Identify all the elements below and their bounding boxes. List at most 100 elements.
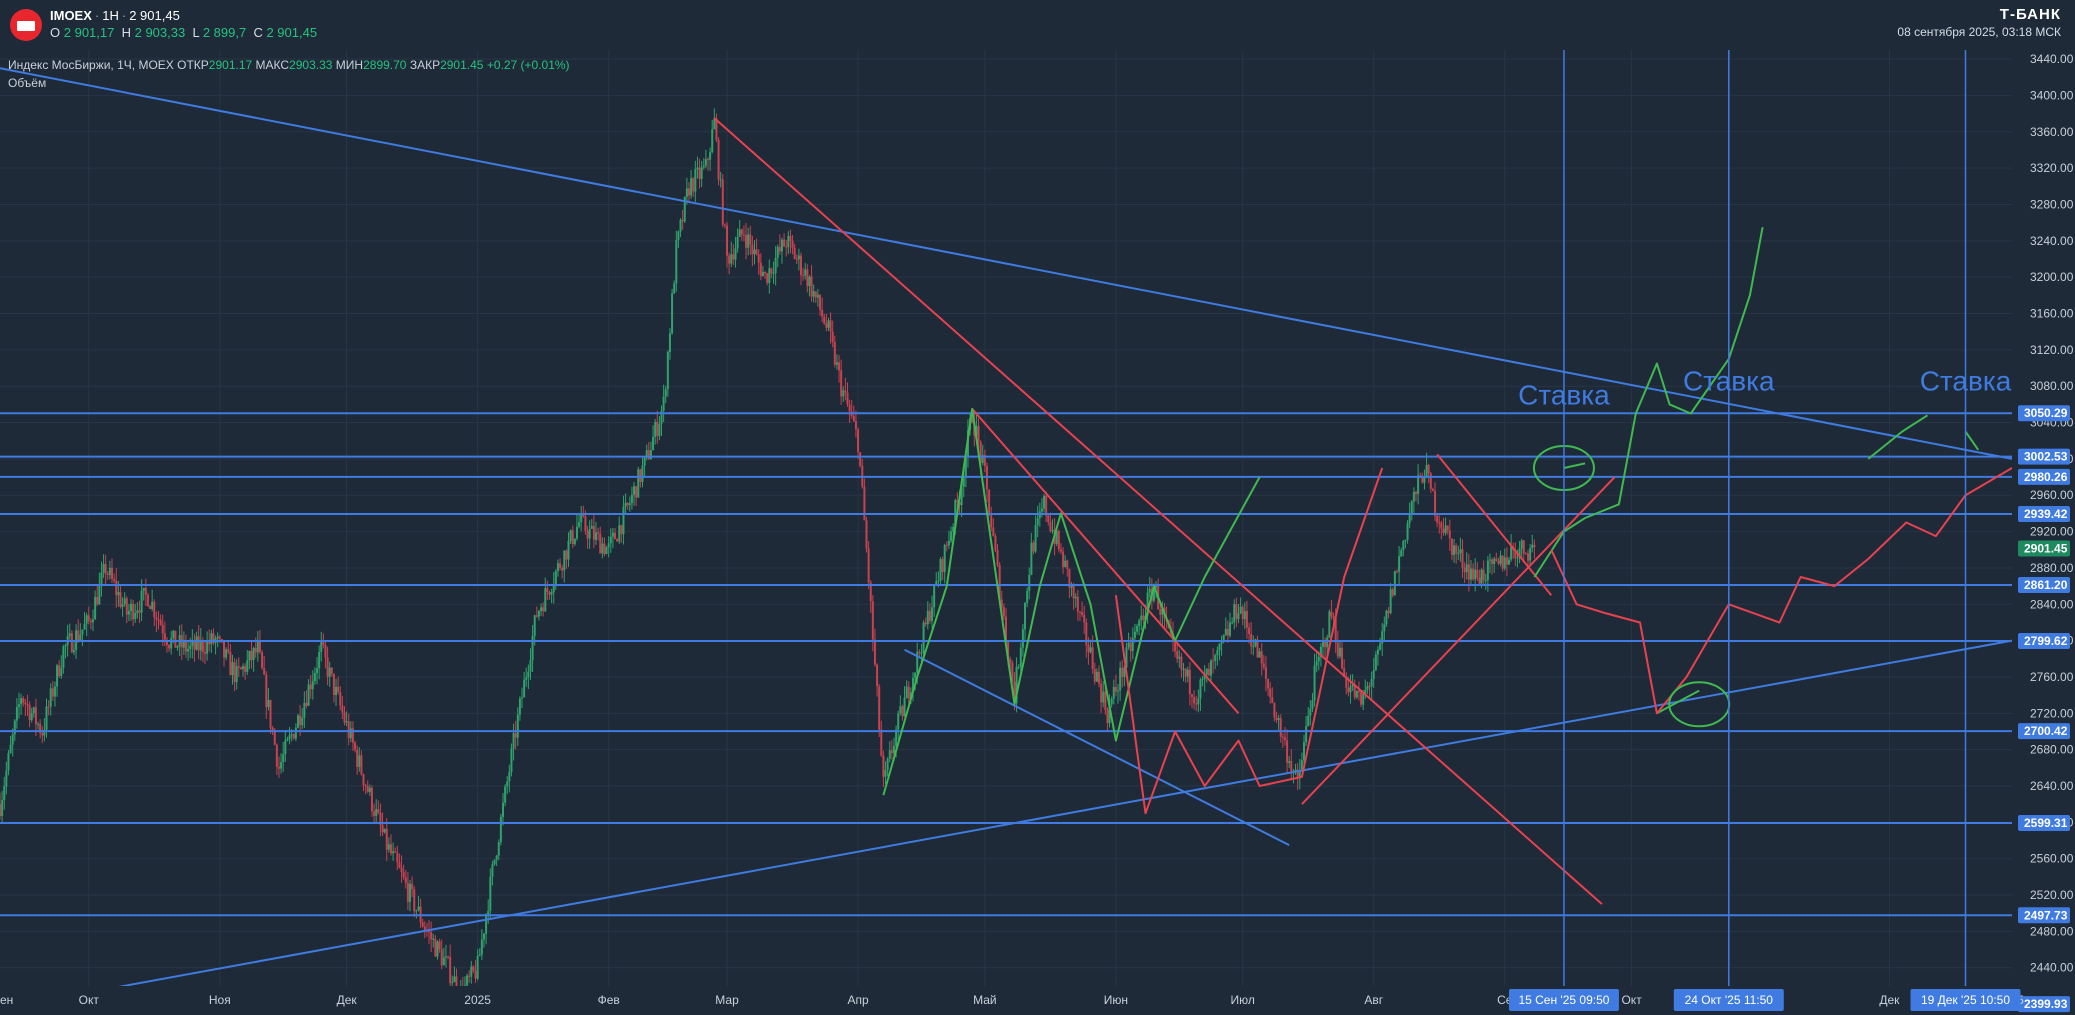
candle-body [641,465,644,482]
candle-body [108,567,111,575]
candle-body [831,331,834,342]
candle-body [645,450,648,457]
candle-body [1159,609,1162,615]
candle-body [5,770,8,787]
candle-body [153,601,156,618]
candle-body [499,816,502,843]
candle-body [521,697,524,699]
candle-body [474,970,477,979]
candle-body [1047,515,1050,522]
candle-body [476,956,479,979]
candle-body [347,721,350,739]
candle-body [922,622,925,654]
candle-body [286,738,289,741]
legend-high-label: МАКС [255,58,290,72]
candle-body [413,889,416,912]
ticker-symbol[interactable]: IMOEX [50,8,92,23]
candle-body [588,528,591,539]
candle-body [1231,622,1234,624]
candle-body [438,941,441,950]
candle-body [394,851,397,853]
candle-body [60,667,63,677]
candle-body [366,786,369,792]
candle-body [647,450,650,460]
candle-body [15,706,18,721]
price-tick-label: 2760.00 [2030,670,2074,684]
candle-body [364,785,367,787]
candle-body [1412,491,1415,502]
candle-body [94,596,97,620]
candle-body [195,636,198,650]
candle-body [320,642,323,652]
candle-body [888,750,891,759]
candle-body [134,613,137,620]
candle-body [783,239,786,247]
candle-body [928,610,931,621]
candle-body [690,178,693,196]
candle-body [345,721,348,723]
price-tick-label: 2840.00 [2030,597,2074,611]
candle-body [791,240,794,248]
candle-body [252,647,255,661]
candle-body [68,633,71,637]
candle-body [755,249,758,255]
price-tick-label: 2520.00 [2030,888,2074,902]
candle-body [1110,698,1113,705]
candle-body [495,855,498,860]
candle-body [400,867,403,873]
candle-body [1531,544,1534,548]
candle-body [330,667,333,674]
candle-body [892,746,895,754]
candle-body [1269,688,1272,698]
candle-body [1341,647,1344,669]
time-tick-label: Авг [1364,993,1383,1007]
price-badge-label: 2799.62 [2024,634,2068,648]
interval[interactable]: 1H [102,8,119,23]
time-axis[interactable]: ен Окт Ноя Дек 2025 Фев Мар Апр Май Июн Июл Авг Се Ок… [0,986,2024,1015]
candle-body [1391,589,1394,596]
candle-body [694,169,697,192]
candle-body [738,229,741,237]
ohlc-open-value: 2 901,17 [63,25,115,40]
candle-body [633,486,636,495]
candle-body [373,811,376,816]
candle-body [244,666,247,672]
candle-body [537,610,540,617]
candle-body [1097,671,1100,684]
candle-body [98,583,101,605]
candle-body [778,247,781,252]
candle-body [510,748,513,772]
candle-body [842,390,845,397]
vertical-markers [1563,50,1967,1015]
price-chart[interactable]: Ставка Ставка Ставка 2440.00 2480.00 2520.00… [0,0,2075,1015]
candle-body [1205,668,1208,675]
candle-body [835,362,838,365]
candle-body [609,536,612,544]
candle-body [489,876,492,911]
candle-body [768,268,771,283]
price-axis[interactable]: 2440.002480.002520.002560.002600.002640.… [2012,50,2075,1015]
legend-low: 2899.70 [363,58,407,72]
candle-body [745,235,748,248]
candle-body [825,323,828,328]
time-tick-label: Апр [847,993,869,1007]
candle-body [368,787,371,792]
candle-body [1045,495,1048,516]
candle-body [1302,742,1305,761]
volume-legend[interactable]: Объём [8,76,46,90]
candle-body [1066,560,1069,569]
series-legend[interactable]: Индекс МосБиржи, 1Ч, MOEX ОТКР2901.17 МА… [8,58,570,72]
candle-body [658,423,661,436]
candle-body [795,258,798,260]
candle-body [696,167,699,170]
candle-body [1034,525,1037,552]
candle-body [502,802,504,817]
candle-body [1002,606,1005,617]
time-tick-label: Июн [1104,993,1128,1007]
candle-body [751,244,754,255]
ohlc-close-label: C [253,25,263,40]
ohlc-low-label: L [192,25,200,40]
price-tick-label: 3200.00 [2030,270,2074,284]
candle-body [398,862,401,868]
candle-body [664,389,667,397]
